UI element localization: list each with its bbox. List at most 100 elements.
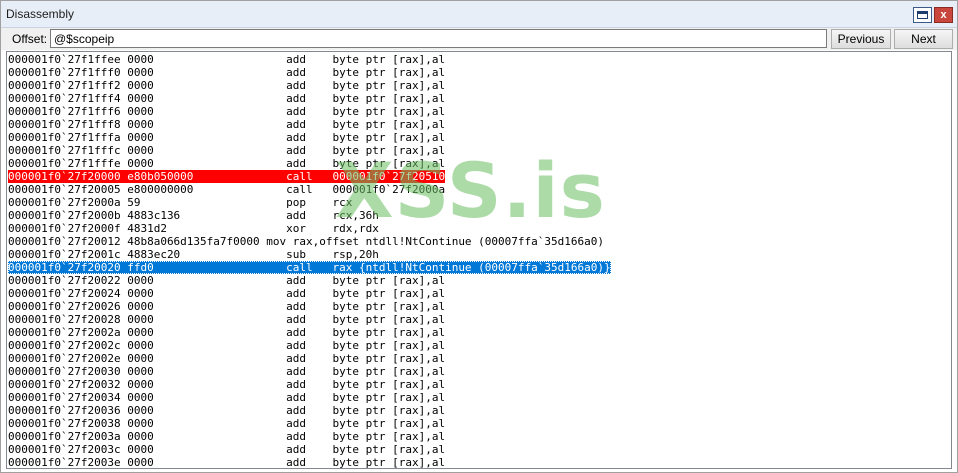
disasm-bytes: 0000 xyxy=(127,430,154,443)
disasm-address: 000001f0`27f20030 xyxy=(8,365,121,378)
disasm-operands: byte ptr [rax],al xyxy=(332,430,446,443)
disasm-row[interactable]: 000001f0`27f20026 0000 add byte ptr [rax],a… xyxy=(8,300,445,313)
disasm-bytes: 0000 xyxy=(127,66,154,79)
disasm-mnemonic: add xyxy=(286,456,307,469)
disasm-row[interactable]: 000001f0`27f1fff8 0000 add byte ptr [rax],a… xyxy=(8,118,445,131)
disasm-row[interactable]: 000001f0`27f1fffc 0000 add byte ptr [rax],a… xyxy=(8,144,445,157)
disasm-row[interactable]: 000001f0`27f20005 e800000000 call 000001f0`… xyxy=(8,183,445,196)
offset-input[interactable] xyxy=(50,29,827,48)
disasm-operands: 000001f0`27f20510 xyxy=(332,170,446,183)
disasm-row[interactable]: 000001f0`27f20036 0000 add byte ptr [rax],a… xyxy=(8,404,445,417)
disasm-bytes: 0000 xyxy=(127,79,154,92)
disasm-mnemonic: sub xyxy=(286,248,307,261)
disasm-mnemonic: add xyxy=(286,326,307,339)
disasm-address: 000001f0`27f1fff2 xyxy=(8,79,121,92)
disasm-row[interactable]: 000001f0`27f2002a 0000 add byte ptr [rax],a… xyxy=(8,326,445,339)
disasm-address: 000001f0`27f20020 xyxy=(8,261,121,274)
disasm-bytes: 0000 xyxy=(127,118,154,131)
disasm-mnemonic: add xyxy=(286,131,307,144)
disasm-bytes: 0000 xyxy=(127,287,154,300)
disasm-row[interactable]: 000001f0`27f1fffa 0000 add byte ptr [rax],a… xyxy=(8,131,445,144)
disasm-operands: byte ptr [rax],al xyxy=(332,157,446,170)
disasm-row[interactable]: 000001f0`27f2000b 4883c136 add rcx,36h xyxy=(8,209,379,222)
title-bar: Disassembly x xyxy=(1,1,957,28)
disasm-row[interactable]: 000001f0`27f1fff0 0000 add byte ptr [rax],a… xyxy=(8,66,445,79)
disasm-address: 000001f0`27f1fffe xyxy=(8,157,121,170)
disasm-operands: byte ptr [rax],al xyxy=(332,456,446,469)
disasm-row[interactable]: 000001f0`27f2000f 4831d2 xor rdx,rdx xyxy=(8,222,379,235)
disasm-row[interactable]: 000001f0`27f2003c 0000 add byte ptr [rax],a… xyxy=(8,443,445,456)
disasm-mnemonic: add xyxy=(286,92,307,105)
disasm-bytes: 0000 xyxy=(127,157,154,170)
disasm-row[interactable]: 000001f0`27f1ffee 0000 add byte ptr [rax],a… xyxy=(8,53,445,66)
disasm-row[interactable]: 000001f0`27f2003e 0000 add byte ptr [rax],a… xyxy=(8,456,446,469)
window-restore-icon[interactable] xyxy=(913,7,932,23)
disasm-mnemonic: add xyxy=(286,105,307,118)
disasm-bytes: 59 xyxy=(127,196,141,209)
disasm-row[interactable]: 000001f0`27f20024 0000 add byte ptr [rax],a… xyxy=(8,287,445,300)
disasm-address: 000001f0`27f20022 xyxy=(8,274,121,287)
disasm-mnemonic: add xyxy=(286,339,307,352)
disasm-bytes: 0000 xyxy=(127,456,154,469)
next-button[interactable]: Next xyxy=(894,29,953,49)
disasm-row[interactable]: 000001f0`27f1fff2 0000 add byte ptr [rax],a… xyxy=(8,79,445,92)
previous-button[interactable]: Previous xyxy=(831,29,891,49)
disasm-row[interactable]: 000001f0`27f1fff6 0000 add byte ptr [rax],a… xyxy=(8,105,445,118)
disasm-row[interactable]: 000001f0`27f20000 e80b050000 call 000001f0`… xyxy=(8,170,446,183)
disasm-mnemonic: call xyxy=(286,170,313,183)
disasm-operands: rcx xyxy=(332,196,353,209)
disasm-bytes: e80b050000 xyxy=(127,170,194,183)
disasm-mnemonic: add xyxy=(286,365,307,378)
disasm-bytes: 4883ec20 xyxy=(127,248,181,261)
disasm-operands: rax {ntdll!NtContinue (00007ffa`35d166a0… xyxy=(332,261,611,274)
disasm-address: 000001f0`27f2003a xyxy=(8,430,121,443)
disasm-row[interactable]: 000001f0`27f20028 0000 add byte ptr [rax],a… xyxy=(8,313,445,326)
disasm-row[interactable]: 000001f0`27f1fff4 0000 add byte ptr [rax],a… xyxy=(8,92,445,105)
disasm-mnemonic: add xyxy=(286,443,307,456)
disasm-row[interactable]: 000001f0`27f2001c 4883ec20 sub rsp,20h xyxy=(8,248,379,261)
disasm-row[interactable]: 000001f0`27f2002c 0000 add byte ptr [rax],a… xyxy=(8,339,445,352)
disasm-row[interactable]: 000001f0`27f20032 0000 add byte ptr [rax],a… xyxy=(8,378,445,391)
disasm-address: 000001f0`27f20038 xyxy=(8,417,121,430)
disasm-bytes: 0000 xyxy=(127,144,154,157)
disasm-mnemonic: add xyxy=(286,404,307,417)
disassembly-listing[interactable]: 000001f0`27f1ffee 0000 add byte ptr [rax],a… xyxy=(6,51,952,469)
disasm-row[interactable]: 000001f0`27f2003a 0000 add byte ptr [rax],a… xyxy=(8,430,445,443)
disasm-operands: 000001f0`27f2000a xyxy=(332,183,446,196)
disasm-address: 000001f0`27f1fffc xyxy=(8,144,121,157)
disasm-bytes: 0000 xyxy=(127,313,154,326)
disasm-operands: byte ptr [rax],al xyxy=(332,66,446,79)
disasm-bytes: 0000 xyxy=(127,92,154,105)
disasm-operands: rdx,rdx xyxy=(332,222,379,235)
disasm-row[interactable]: 000001f0`27f20038 0000 add byte ptr [rax],a… xyxy=(8,417,445,430)
close-icon[interactable]: x xyxy=(934,7,953,23)
disasm-row[interactable]: 000001f0`27f2002e 0000 add byte ptr [rax],a… xyxy=(8,352,445,365)
disasm-mnemonic: add xyxy=(286,118,307,131)
disasm-row[interactable]: 000001f0`27f2000a 59 pop rcx xyxy=(8,196,352,209)
disasm-address: 000001f0`27f20036 xyxy=(8,404,121,417)
disasm-mnemonic: add xyxy=(286,144,307,157)
disasm-mnemonic: add xyxy=(286,209,307,222)
disasm-row[interactable]: 000001f0`27f20030 0000 add byte ptr [rax],a… xyxy=(8,365,445,378)
offset-toolbar: Offset: Previous Next xyxy=(1,28,957,50)
disasm-mnemonic: pop xyxy=(286,196,307,209)
disasm-address: 000001f0`27f1fff4 xyxy=(8,92,121,105)
disasm-row[interactable]: 000001f0`27f20034 0000 add byte ptr [rax],a… xyxy=(8,391,445,404)
disasm-operands: byte ptr [rax],al xyxy=(332,417,446,430)
disasm-mnemonic: xor xyxy=(286,222,307,235)
disasm-address: 000001f0`27f20005 xyxy=(8,183,121,196)
disasm-bytes: 0000 xyxy=(127,339,154,352)
disasm-row[interactable]: 000001f0`27f20022 0000 add byte ptr [rax],a… xyxy=(8,274,445,287)
disasm-operands: byte ptr [rax],al xyxy=(332,274,446,287)
disasm-row[interactable]: 000001f0`27f20012 48b8a066d135fa7f0000 mov… xyxy=(8,235,604,248)
disasm-mnemonic: add xyxy=(286,287,307,300)
disasm-address: 000001f0`27f1ffee xyxy=(8,53,121,66)
disasm-operands: byte ptr [rax],al xyxy=(332,378,446,391)
disasm-bytes: 0000 xyxy=(127,105,154,118)
disasm-mnemonic: add xyxy=(286,378,307,391)
disasm-row[interactable]: 000001f0`27f20020 ffd0 call rax {ntdll!NtCo… xyxy=(8,261,611,274)
disasm-bytes: 0000 xyxy=(127,391,154,404)
disasm-mnemonic: add xyxy=(286,66,307,79)
disasm-operands: rax,offset ntdll!NtContinue (00007ffa`35… xyxy=(292,235,605,248)
disasm-row[interactable]: 000001f0`27f1fffe 0000 add byte ptr [rax],a… xyxy=(8,157,445,170)
